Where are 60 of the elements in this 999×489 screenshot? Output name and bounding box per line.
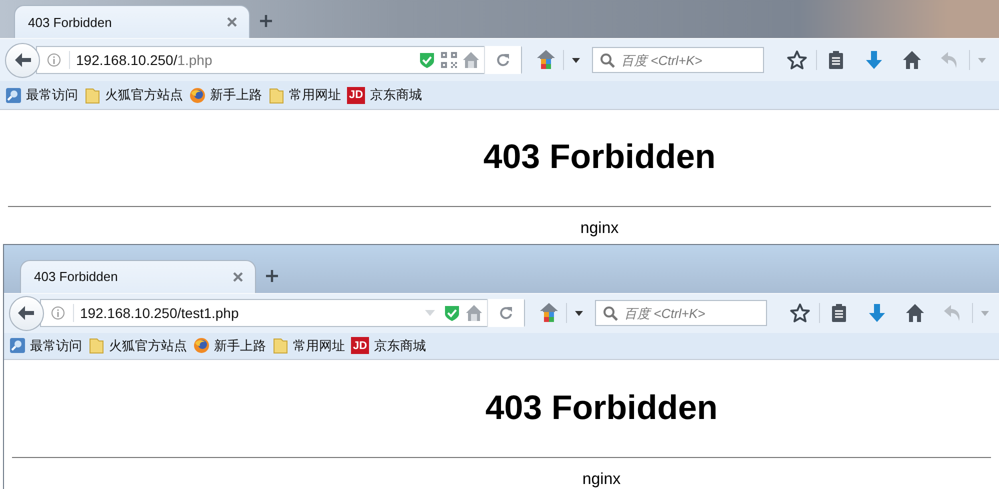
folder-icon	[88, 337, 105, 354]
shield-icon[interactable]	[443, 304, 462, 322]
back-button[interactable]	[5, 42, 40, 78]
reload-icon	[496, 53, 510, 67]
close-icon[interactable]	[227, 17, 237, 27]
server-name: nginx	[581, 470, 622, 489]
caret-icon[interactable]	[572, 58, 580, 62]
star-icon[interactable]	[787, 50, 807, 70]
folder-icon	[84, 86, 101, 104]
bookmark-search-icon	[5, 86, 22, 104]
bookmark-item[interactable]: 最常访问	[5, 86, 78, 104]
colorful-home-icon[interactable]	[538, 302, 560, 324]
close-icon[interactable]	[233, 272, 243, 282]
bookmark-item[interactable]: 火狐官方站点	[88, 336, 187, 355]
bookmark-item[interactable]: 常用网址	[268, 86, 341, 104]
caret-icon[interactable]	[575, 310, 583, 316]
folder-icon	[272, 337, 289, 354]
info-icon[interactable]	[50, 306, 65, 320]
server-name: nginx	[579, 219, 620, 239]
browser-tab[interactable]: 403 Forbidden	[20, 260, 256, 293]
bookmark-item[interactable]: 火狐官方站点	[84, 86, 183, 104]
bookmark-item[interactable]: 常用网址	[272, 336, 345, 355]
new-tab-icon[interactable]	[266, 270, 278, 282]
back-arrow-icon	[17, 305, 36, 322]
browser-tab[interactable]: 403 Forbidden	[14, 5, 250, 38]
reload-button[interactable]	[487, 299, 524, 328]
page-heading: 403 Forbidden	[482, 137, 717, 178]
download-icon[interactable]	[864, 50, 884, 70]
bookmark-item[interactable]: JD 京东商城	[351, 336, 426, 355]
jd-logo-icon: JD	[347, 86, 365, 104]
reload-icon	[499, 306, 514, 320]
address-bar[interactable]: 192.168.10.250/test1.php	[40, 299, 526, 328]
address-bar[interactable]: 192.168.10.250/1.php	[36, 46, 522, 74]
reload-button[interactable]	[484, 46, 521, 74]
bookmark-item[interactable]: JD 京东商城	[347, 86, 422, 104]
qr-code-icon[interactable]	[440, 51, 458, 69]
download-icon[interactable]	[866, 303, 887, 324]
colorful-home-icon[interactable]	[535, 49, 557, 71]
home-icon[interactable]	[902, 50, 922, 70]
star-icon[interactable]	[790, 303, 810, 324]
back-arrow-icon	[14, 52, 32, 68]
clipboard-icon[interactable]	[826, 50, 846, 70]
globe-icon	[193, 337, 210, 354]
search-icon	[600, 53, 615, 68]
new-tab-icon[interactable]	[260, 15, 272, 27]
jd-logo-icon: JD	[351, 337, 369, 354]
search-field[interactable]: 百度 <Ctrl+K>	[594, 300, 767, 326]
search-icon	[602, 306, 618, 322]
search-field[interactable]: 百度 <Ctrl+K>	[592, 47, 764, 73]
bookmark-item[interactable]: 最常访问	[9, 336, 82, 355]
shield-icon[interactable]	[418, 51, 436, 69]
bookmark-item[interactable]: 新手上路	[189, 86, 262, 104]
folder-icon	[268, 86, 285, 104]
back-button[interactable]	[9, 296, 44, 331]
bookmark-item[interactable]: 新手上路	[193, 336, 266, 355]
bookmark-search-icon	[9, 337, 26, 354]
page-heading: 403 Forbidden	[484, 388, 719, 429]
info-icon[interactable]	[47, 53, 61, 67]
globe-icon	[189, 86, 206, 104]
home-icon[interactable]	[904, 303, 925, 324]
